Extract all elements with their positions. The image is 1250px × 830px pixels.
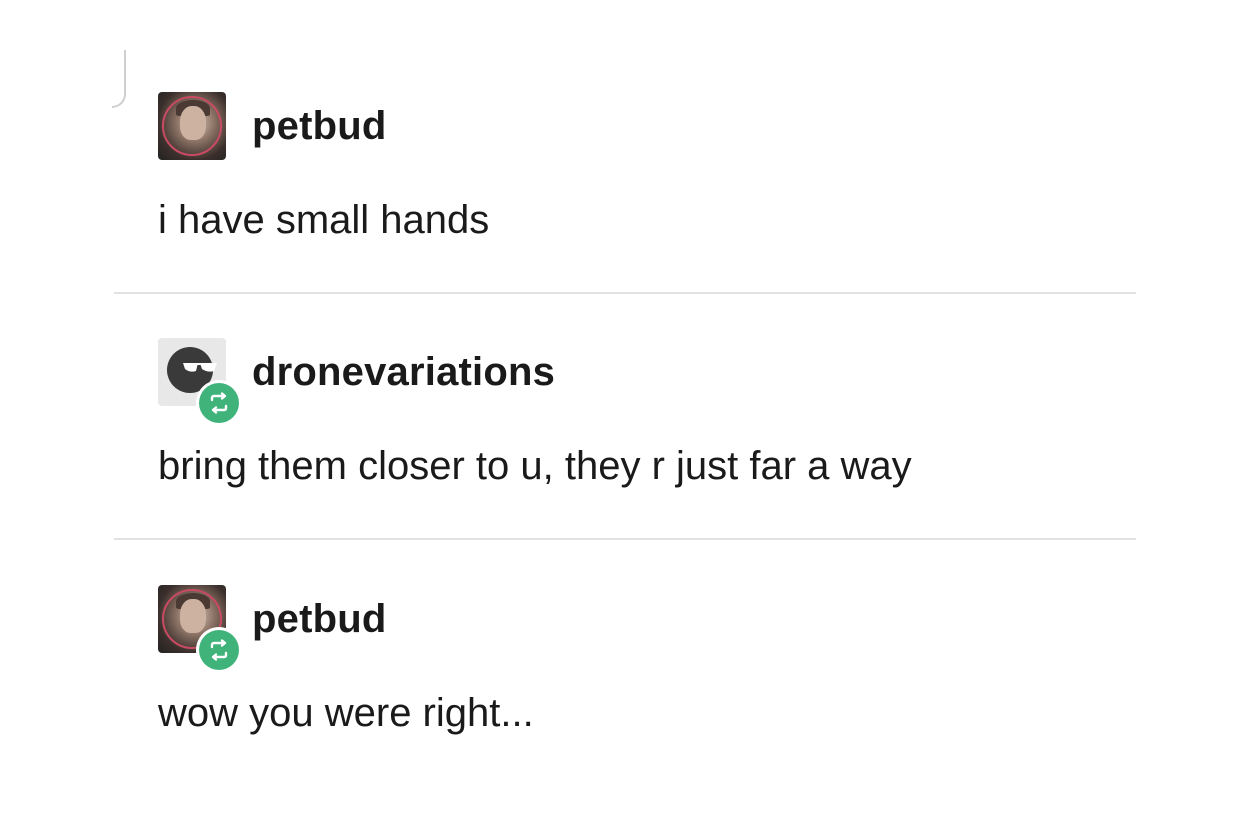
post-text: wow you were right... xyxy=(158,691,534,735)
post-divider xyxy=(114,292,1136,294)
username[interactable]: petbud xyxy=(252,599,387,639)
avatar-wrapper[interactable] xyxy=(158,338,242,426)
reblog-badge xyxy=(196,380,242,426)
post-header: petbud xyxy=(158,585,1138,673)
post-1: petbud i have small hands xyxy=(158,92,1138,240)
post-divider xyxy=(114,538,1136,540)
post-text: i have small hands xyxy=(158,198,490,242)
post-text: bring them closer to u, they r just far … xyxy=(158,444,912,488)
username[interactable]: dronevariations xyxy=(252,352,555,392)
post-2: dronevariations bring them closer to u, … xyxy=(158,338,1138,486)
post-header: dronevariations xyxy=(158,338,1138,426)
reblog-badge-inner xyxy=(199,383,239,423)
post-3: petbud wow you were right... xyxy=(158,585,1138,733)
reblog-badge-inner xyxy=(199,630,239,670)
post-header: petbud xyxy=(158,92,1138,160)
avatar-wrapper[interactable] xyxy=(158,585,242,673)
reblog-badge xyxy=(196,627,242,673)
thread-connector-mark xyxy=(112,50,126,108)
reblog-icon xyxy=(210,392,228,414)
sunglasses-icon xyxy=(183,363,217,372)
avatar-ring xyxy=(162,96,222,156)
avatar[interactable] xyxy=(158,92,226,160)
reblog-icon xyxy=(210,639,228,661)
username[interactable]: petbud xyxy=(252,106,387,146)
avatar-wrapper[interactable] xyxy=(158,92,226,160)
